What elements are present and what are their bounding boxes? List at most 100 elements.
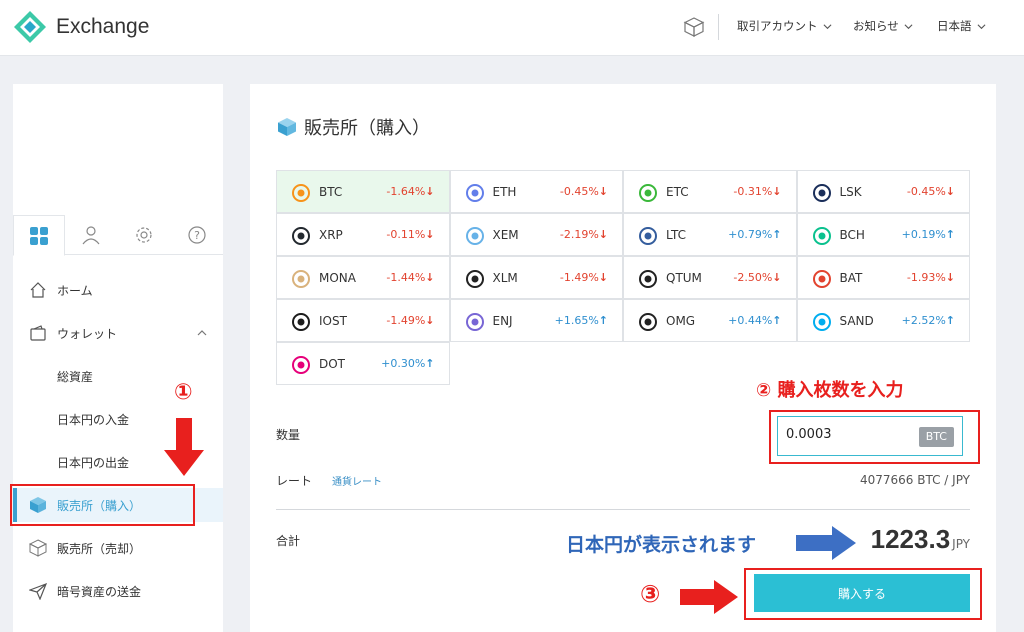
sidebar-item-label: 日本円の出金 <box>57 455 130 470</box>
header-divider <box>718 14 719 40</box>
coin-cell-enj[interactable]: ENJ +1.65% ↑ <box>449 299 623 342</box>
coin-change-value: +1.65% <box>554 314 599 327</box>
coin-cell-mona[interactable]: MONA -1.44% ↓ <box>276 256 450 299</box>
coin-change-value: -1.64% <box>386 185 426 198</box>
coin-symbol: XEM <box>492 227 519 242</box>
coin-cell-qtum[interactable]: QTUM -2.50% ↓ <box>623 256 797 299</box>
send-icon <box>29 582 47 600</box>
tab-settings[interactable] <box>118 215 170 255</box>
sidebar: ? ホーム ウォレット 総資産 日本円の入金 日本円の出金 販売所（購入） 販売… <box>13 84 223 632</box>
coin-change: -2.19% ↓ <box>560 228 608 241</box>
coin-change: +1.65% ↑ <box>555 314 608 327</box>
coin-cell-omg[interactable]: OMG +0.44% ↑ <box>623 299 797 342</box>
coin-symbol: LTC <box>666 227 687 242</box>
coin-change-value: -1.44% <box>386 271 426 284</box>
sidebar-item-label: ホーム <box>57 283 93 298</box>
tab-menu[interactable] <box>13 215 65 256</box>
coin-cell-xlm[interactable]: XLM -1.49% ↓ <box>449 256 623 299</box>
rate-label: レート <box>276 474 313 488</box>
coin-symbol: LSK <box>839 184 862 199</box>
arrow-right-icon <box>796 526 856 560</box>
coin-cell-eth[interactable]: ETH -0.45% ↓ <box>449 170 623 213</box>
trading-account-menu[interactable]: 取引アカウント <box>737 18 832 34</box>
coin-change: +0.44% ↑ <box>728 314 781 327</box>
coin-cell-bch[interactable]: BCH +0.19% ↑ <box>796 213 970 256</box>
coin-cell-lsk[interactable]: LSK -0.45% ↓ <box>796 170 970 213</box>
gear-icon <box>136 227 152 243</box>
coin-cell-xem[interactable]: XEM -2.19% ↓ <box>449 213 623 256</box>
cube-filled-icon <box>278 118 296 136</box>
quantity-label: 数量 <box>276 428 301 442</box>
coin-symbol: MONA <box>319 270 356 285</box>
coin-cell-xrp[interactable]: XRP -0.11% ↓ <box>276 213 450 256</box>
coin-symbol: ENJ <box>492 313 513 328</box>
arrow-up-icon: ↑ <box>945 314 955 327</box>
arrow-down-icon: ↓ <box>425 228 435 241</box>
coin-change: -0.31% ↓ <box>733 185 781 198</box>
coin-cell-btc[interactable]: BTC -1.64% ↓ <box>276 170 450 213</box>
total-amount: 1223.3 JPY <box>871 524 970 555</box>
svg-text:?: ? <box>194 229 200 242</box>
coin-cell-dot[interactable]: DOT +0.30% ↑ <box>276 342 450 385</box>
sidebar-item-home[interactable]: ホーム <box>13 273 223 307</box>
etc-coin-icon <box>639 184 657 202</box>
language-menu[interactable]: 日本語 <box>937 18 986 34</box>
sidebar-item-sell[interactable]: 販売所（売却） <box>13 531 223 565</box>
coin-symbol: XRP <box>319 227 343 242</box>
coin-change: +0.79% ↑ <box>728 228 781 241</box>
btc-coin-icon <box>292 184 310 202</box>
coin-change-value: -0.31% <box>733 185 773 198</box>
coin-change: +2.52% ↑ <box>902 314 955 327</box>
cube-icon[interactable] <box>683 16 705 38</box>
coin-cell-ltc[interactable]: LTC +0.79% ↑ <box>623 213 797 256</box>
arrow-down-icon: ↓ <box>772 271 782 284</box>
coin-cell-etc[interactable]: ETC -0.31% ↓ <box>623 170 797 213</box>
app-name: Exchange <box>56 15 150 38</box>
sidebar-item-wallet[interactable]: ウォレット <box>13 316 223 350</box>
total-label: 合計 <box>276 534 301 548</box>
sidebar-item-label: 総資産 <box>57 369 94 384</box>
wallet-icon <box>30 325 46 341</box>
ltc-coin-icon <box>639 227 657 245</box>
coin-change: -2.50% ↓ <box>733 271 781 284</box>
coin-change: +0.30% ↑ <box>381 357 434 370</box>
coin-change: -1.49% ↓ <box>560 271 608 284</box>
tab-help[interactable]: ? <box>171 215 223 255</box>
currency-rate-link[interactable]: 通貨レート <box>332 473 382 488</box>
arrow-down-icon: ↓ <box>945 271 955 284</box>
coin-symbol: BAT <box>839 270 863 285</box>
coin-symbol: BTC <box>319 184 343 199</box>
coin-change-value: -1.93% <box>906 271 946 284</box>
total-unit: JPY <box>952 537 970 551</box>
tab-profile[interactable] <box>65 215 117 255</box>
help-icon: ? <box>188 226 206 244</box>
coin-symbol: ETH <box>492 184 517 199</box>
coin-cell-sand[interactable]: SAND +2.52% ↑ <box>796 299 970 342</box>
annotation-step2: ② 購入枚数を入力 <box>756 380 904 401</box>
enj-coin-icon <box>465 313 484 331</box>
user-icon <box>82 226 100 245</box>
coin-symbol: ETC <box>666 184 689 199</box>
annotation-highlight-quantity <box>769 410 980 464</box>
app-logo[interactable]: Exchange <box>12 9 149 45</box>
sidebar-item-label: 販売所（売却） <box>57 541 142 556</box>
rate-value: 4077666 BTC / JPY <box>859 473 970 487</box>
lsk-coin-icon <box>812 184 831 202</box>
coin-cell-iost[interactable]: IOST -1.49% ↓ <box>276 299 450 342</box>
sidebar-item-send-crypto[interactable]: 暗号資産の送金 <box>13 574 223 608</box>
sand-coin-icon <box>812 313 831 331</box>
coin-change: -1.64% ↓ <box>386 185 434 198</box>
arrow-down-icon: ↓ <box>772 185 782 198</box>
coin-change-value: -0.45% <box>906 185 946 198</box>
arrow-down-icon: ↓ <box>425 185 435 198</box>
grid-icon <box>30 226 48 245</box>
coin-change-value: +0.30% <box>381 357 426 370</box>
coin-change-value: -1.49% <box>559 271 599 284</box>
arrow-down-icon <box>164 418 204 476</box>
annotation-highlight-buy-button <box>744 568 982 620</box>
bat-coin-icon <box>812 270 831 288</box>
coin-change: -1.44% ↓ <box>386 271 434 284</box>
notifications-menu[interactable]: お知らせ <box>853 18 913 34</box>
coin-cell-bat[interactable]: BAT -1.93% ↓ <box>796 256 970 299</box>
coin-symbol: BCH <box>839 227 865 242</box>
